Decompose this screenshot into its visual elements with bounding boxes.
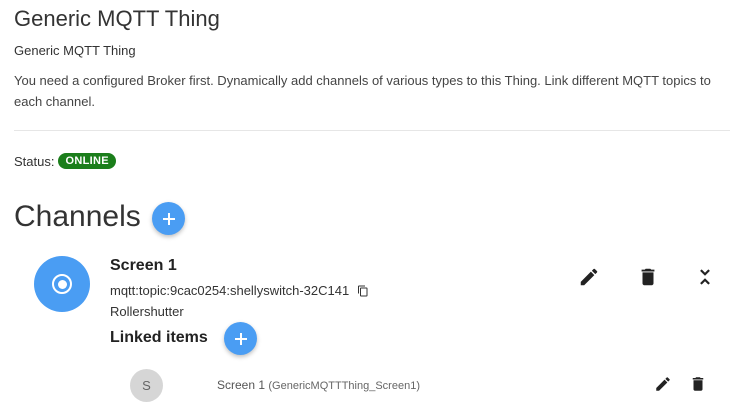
unlink-item-button[interactable] — [689, 375, 707, 393]
status-badge: ONLINE — [58, 153, 116, 169]
linked-item-name: (GenericMQTTThing_Screen1) — [268, 380, 420, 392]
channel-name: Screen 1 — [110, 257, 177, 274]
add-linked-item-button[interactable] — [224, 322, 257, 355]
linked-items-heading: Linked items — [110, 329, 208, 346]
delete-channel-button[interactable] — [637, 266, 659, 288]
copy-icon[interactable] — [357, 285, 369, 297]
thing-type-label: Generic MQTT Thing — [14, 43, 136, 58]
edit-linked-item-button[interactable] — [654, 375, 672, 393]
collapse-icon — [700, 269, 710, 285]
linked-item-label[interactable]: Screen 1 (GenericMQTTThing_Screen1) — [217, 378, 420, 392]
pencil-icon — [656, 377, 670, 391]
plus-icon — [162, 212, 175, 225]
edit-channel-button[interactable] — [578, 266, 600, 288]
linked-item-title: Screen 1 — [217, 378, 266, 392]
trash-icon — [692, 377, 704, 391]
divider — [14, 130, 730, 131]
status-label: Status: — [14, 153, 55, 169]
thing-description: You need a configured Broker first. Dyna… — [14, 73, 711, 109]
channel-uid-row: mqtt:topic:9cac0254:shellyswitch-32C141 — [110, 283, 369, 298]
pencil-icon — [580, 268, 598, 286]
channel-avatar[interactable] — [34, 256, 90, 312]
plus-icon — [234, 332, 247, 345]
status-row: Status: ONLINE — [14, 153, 116, 169]
channel-uid: mqtt:topic:9cac0254:shellyswitch-32C141 — [110, 283, 350, 298]
item-avatar: S — [130, 369, 163, 402]
trash-icon — [641, 268, 655, 286]
page-title: Generic MQTT Thing — [14, 6, 220, 31]
radio-button-icon — [52, 274, 72, 294]
collapse-channel-button[interactable] — [694, 266, 716, 288]
channel-type: Rollershutter — [110, 304, 184, 319]
channels-heading: Channels — [14, 200, 141, 233]
add-channel-button[interactable] — [152, 202, 185, 235]
